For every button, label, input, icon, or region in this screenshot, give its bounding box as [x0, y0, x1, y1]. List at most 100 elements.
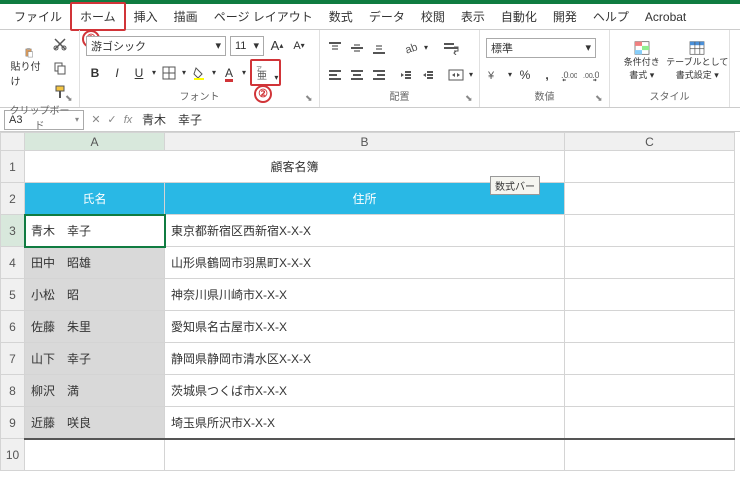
tab-automate[interactable]: 自動化 — [493, 4, 545, 29]
cell[interactable] — [565, 247, 735, 279]
tab-acrobat[interactable]: Acrobat — [637, 6, 694, 28]
row-header[interactable]: 1 — [1, 151, 25, 183]
accounting-format-button[interactable]: ¥ — [486, 65, 504, 85]
cell[interactable] — [565, 183, 735, 215]
tab-draw[interactable]: 描画 — [166, 4, 206, 29]
cell-a8[interactable]: 柳沢 満 — [25, 375, 165, 407]
merge-center-button[interactable] — [447, 65, 465, 85]
col-header-c[interactable]: C — [565, 133, 735, 151]
cell-a6[interactable]: 佐藤 朱里 — [25, 311, 165, 343]
row-header[interactable]: 8 — [1, 375, 25, 407]
spreadsheet[interactable]: A B C 1 顧客名簿 2 氏名 住所 3 青木 幸子 東京都新宿区西新宿X-… — [0, 132, 735, 471]
cell-a5[interactable]: 小松 昭 — [25, 279, 165, 311]
row-header[interactable]: 5 — [1, 279, 25, 311]
cell-a7[interactable]: 山下 幸子 — [25, 343, 165, 375]
border-button[interactable] — [160, 63, 178, 83]
tab-review[interactable]: 校閲 — [413, 4, 453, 29]
chevron-down-icon[interactable]: ▾ — [274, 73, 278, 82]
format-as-table-button[interactable]: テーブルとして 書式設定 ▾ — [679, 41, 715, 81]
fx-icon[interactable]: fx — [120, 114, 136, 126]
cell-b3[interactable]: 東京都新宿区西新宿X-X-X — [165, 215, 565, 247]
row-header[interactable]: 6 — [1, 311, 25, 343]
italic-button[interactable]: I — [108, 63, 126, 83]
tab-insert[interactable]: 挿入 — [126, 4, 166, 29]
number-launcher-icon[interactable]: ⬊ — [595, 93, 607, 105]
cell[interactable] — [565, 311, 735, 343]
clipboard-launcher-icon[interactable]: ⬊ — [65, 93, 77, 105]
enter-icon[interactable]: ✓ — [104, 113, 120, 126]
underline-button[interactable]: U — [130, 63, 148, 83]
copy-button[interactable] — [51, 58, 69, 78]
decrease-indent-button[interactable] — [397, 65, 415, 85]
tab-data[interactable]: データ — [361, 4, 413, 29]
comma-button[interactable]: , — [538, 65, 556, 85]
conditional-format-button[interactable]: 条件付き 書式 ▾ — [624, 41, 660, 81]
row-header[interactable]: 10 — [1, 439, 25, 471]
cell[interactable] — [565, 375, 735, 407]
align-top-button[interactable] — [326, 38, 344, 58]
fill-color-button[interactable] — [190, 63, 208, 83]
increase-indent-button[interactable] — [419, 65, 437, 85]
cell-b7[interactable]: 静岡県静岡市清水区X-X-X — [165, 343, 565, 375]
cell[interactable] — [565, 151, 735, 183]
cell-a4[interactable]: 田中 昭雄 — [25, 247, 165, 279]
percent-button[interactable]: % — [516, 65, 534, 85]
cell[interactable] — [565, 439, 735, 471]
row-header[interactable]: 7 — [1, 343, 25, 375]
orientation-button[interactable]: ab — [402, 38, 420, 58]
font-color-button[interactable]: A — [220, 63, 238, 83]
phonetic-button[interactable]: ア亜 — [253, 62, 271, 82]
cell-title[interactable]: 顧客名簿 — [25, 151, 565, 183]
tab-help[interactable]: ヘルプ — [585, 4, 637, 29]
chevron-down-icon[interactable]: ▾ — [182, 68, 186, 77]
formula-input[interactable]: 青木 幸子 — [136, 111, 740, 128]
row-header[interactable]: 3 — [1, 215, 25, 247]
font-launcher-icon[interactable]: ⬊ — [305, 93, 317, 105]
font-name-select[interactable]: 游ゴシック▾ — [86, 36, 226, 56]
tab-layout[interactable]: ページ レイアウト — [206, 4, 321, 29]
paste-button[interactable]: 貼り付け — [11, 48, 47, 88]
chevron-down-icon[interactable]: ▾ — [469, 70, 473, 79]
cell[interactable] — [565, 215, 735, 247]
cancel-icon[interactable]: ✕ — [88, 113, 104, 126]
cell[interactable] — [565, 279, 735, 311]
decrease-font-button[interactable]: A▾ — [290, 36, 308, 56]
number-format-select[interactable]: 標準▾ — [486, 38, 596, 58]
alignment-launcher-icon[interactable]: ⬊ — [465, 93, 477, 105]
cell[interactable] — [25, 439, 165, 471]
align-center-button[interactable] — [348, 65, 366, 85]
tab-formula[interactable]: 数式 — [321, 4, 361, 29]
cell-b8[interactable]: 茨城県つくば市X-X-X — [165, 375, 565, 407]
align-right-button[interactable] — [370, 65, 388, 85]
cell[interactable] — [565, 343, 735, 375]
align-middle-button[interactable] — [348, 38, 366, 58]
increase-decimal-button[interactable]: .0.00 — [560, 65, 578, 85]
cell-header-name[interactable]: 氏名 — [25, 183, 165, 215]
cell-b5[interactable]: 神奈川県川崎市X-X-X — [165, 279, 565, 311]
chevron-down-icon[interactable]: ▾ — [212, 68, 216, 77]
cell-b6[interactable]: 愛知県名古屋市X-X-X — [165, 311, 565, 343]
cell[interactable] — [165, 439, 565, 471]
align-bottom-button[interactable] — [370, 38, 388, 58]
cell[interactable] — [565, 407, 735, 439]
font-size-select[interactable]: 11▾ — [230, 36, 264, 56]
align-left-button[interactable] — [326, 65, 344, 85]
tab-home[interactable]: ホーム ① — [70, 2, 126, 31]
cell-b4[interactable]: 山形県鶴岡市羽黒町X-X-X — [165, 247, 565, 279]
chevron-down-icon[interactable]: ▾ — [152, 68, 156, 77]
tab-file[interactable]: ファイル — [6, 4, 70, 29]
cut-button[interactable] — [51, 34, 69, 54]
chevron-down-icon[interactable]: ▾ — [424, 43, 428, 52]
decrease-decimal-button[interactable]: .00.0 — [582, 65, 600, 85]
tab-developer[interactable]: 開発 — [545, 4, 585, 29]
cell-a3[interactable]: 青木 幸子 — [25, 215, 165, 247]
row-header[interactable]: 4 — [1, 247, 25, 279]
row-header[interactable]: 9 — [1, 407, 25, 439]
chevron-down-icon[interactable]: ▾ — [508, 70, 512, 79]
row-header[interactable]: 2 — [1, 183, 25, 215]
col-header-a[interactable]: A — [25, 133, 165, 151]
cell-b9[interactable]: 埼玉県所沢市X-X-X — [165, 407, 565, 439]
tab-view[interactable]: 表示 — [453, 4, 493, 29]
cell-a9[interactable]: 近藤 咲良 — [25, 407, 165, 439]
col-header-b[interactable]: B — [165, 133, 565, 151]
